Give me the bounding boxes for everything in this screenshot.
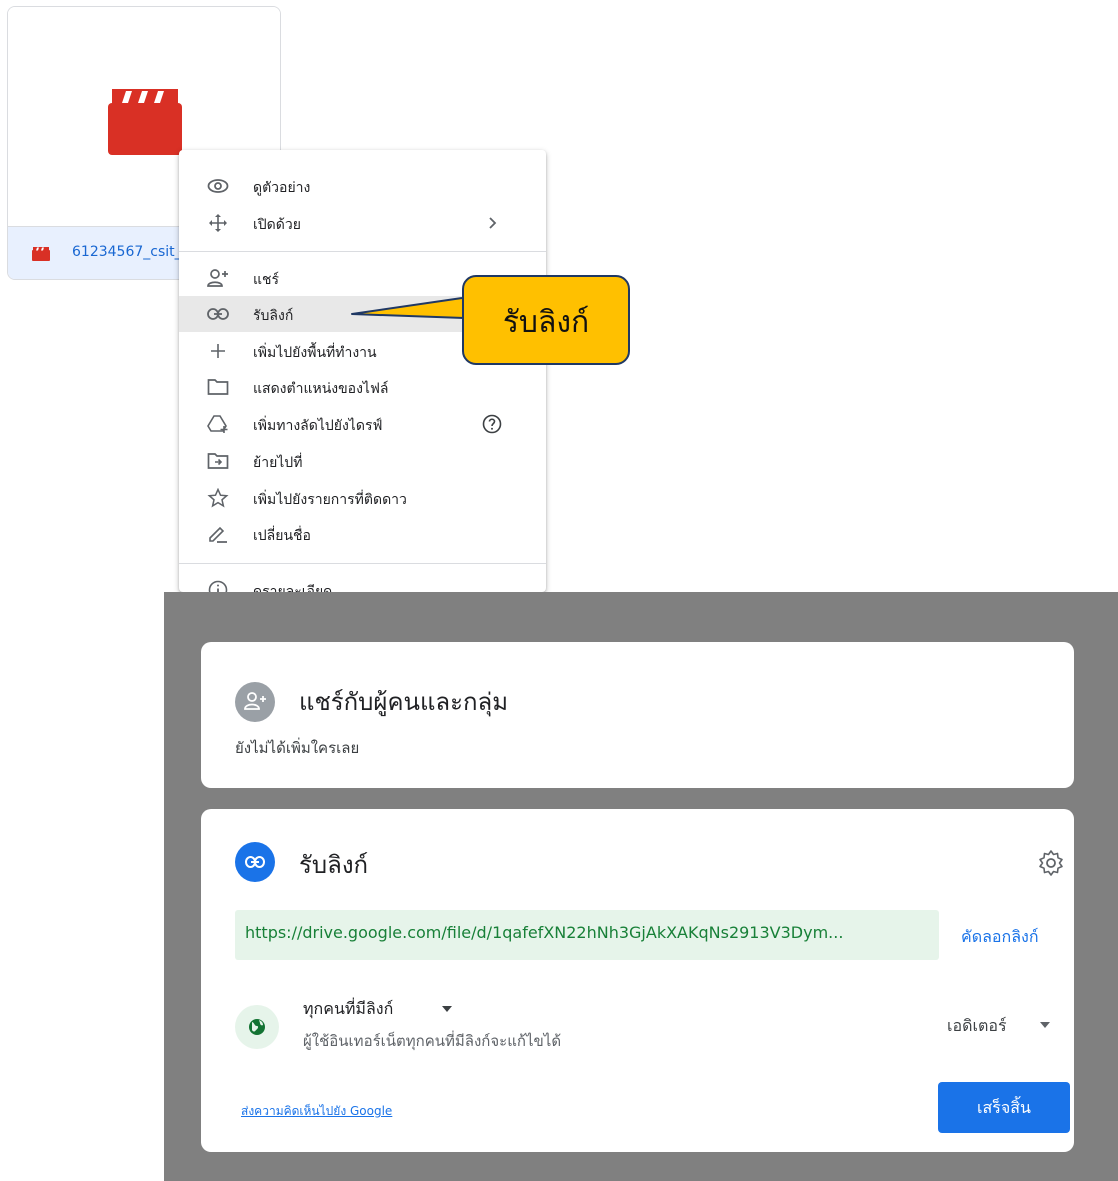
move-to-icon: [207, 453, 229, 469]
menu-label: เปลี่ยนชื่อ: [253, 528, 311, 544]
menu-item-file-location[interactable]: แสดงตำแหน่งของไฟล์: [179, 369, 546, 405]
menu-label: ดูตัวอย่าง: [253, 180, 311, 196]
share-people-subtitle: ยังไม่ได้เพิ่มใครเลย: [235, 739, 360, 757]
star-icon: [207, 488, 229, 508]
get-link-title: รับลิงก์: [299, 851, 369, 879]
chevron-right-icon: [489, 217, 497, 229]
menu-label: ย้ายไปที่: [253, 455, 303, 471]
menu-label: รับลิงก์: [253, 308, 294, 324]
menu-label: แสดงตำแหน่งของไฟล์: [253, 381, 389, 397]
menu-label: เพิ่มทางลัดไปยังไดรฟ์: [253, 418, 383, 434]
caret-down-icon[interactable]: [1039, 1021, 1051, 1029]
caret-down-icon[interactable]: [441, 1005, 453, 1013]
menu-label: เปิดด้วย: [253, 217, 301, 233]
open-with-icon: [209, 214, 227, 232]
globe-icon: [235, 1005, 279, 1049]
drive-add-icon: [207, 415, 228, 433]
menu-label: ดูรายละเอียด: [253, 584, 333, 592]
menu-divider: [179, 251, 546, 252]
callout-box: รับลิงก์: [462, 275, 630, 365]
get-link-card: รับลิงก์ https://drive.google.com/file/d…: [201, 809, 1074, 1152]
send-feedback-link[interactable]: ส่งความคิดเห็นไปยัง Google: [241, 1102, 392, 1121]
link-url[interactable]: https://drive.google.com/file/d/1qafefXN…: [245, 923, 843, 942]
menu-item-open-with[interactable]: เปิดด้วย: [179, 205, 546, 241]
person-add-icon: [235, 682, 275, 722]
info-icon: [208, 580, 228, 592]
link-icon: [235, 842, 275, 882]
folder-icon: [207, 379, 229, 395]
share-people-card[interactable]: แชร์กับผู้คนและกลุ่ม ยังไม่ได้เพิ่มใครเล…: [201, 642, 1074, 788]
menu-label: เพิ่มไปยังพื้นที่ทำงาน: [253, 345, 377, 361]
eye-icon: [207, 179, 229, 193]
link-url-field[interactable]: https://drive.google.com/file/d/1qafefXN…: [235, 910, 939, 960]
file-name[interactable]: 61234567_csit_: [72, 244, 182, 260]
menu-item-preview[interactable]: ดูตัวอย่าง: [179, 168, 546, 204]
gear-icon[interactable]: [1037, 849, 1065, 877]
done-button[interactable]: เสร็จสิ้น: [938, 1082, 1070, 1133]
link-scope-description: ผู้ใช้อินเทอร์เน็ตทุกคนที่มีลิงก์จะแก้ไข…: [303, 1032, 562, 1050]
menu-label: แชร์: [253, 272, 280, 288]
menu-item-rename[interactable]: เปลี่ยนชื่อ: [179, 516, 546, 552]
video-clapperboard-icon: [108, 89, 182, 155]
callout-text: รับลิงก์: [502, 305, 590, 340]
plus-icon: [211, 344, 225, 358]
callout-pointer: [351, 297, 465, 319]
help-icon[interactable]: [482, 414, 502, 434]
role-dropdown[interactable]: เอดิเตอร์: [947, 1014, 1007, 1039]
link-scope-dropdown[interactable]: ทุกคนที่มีลิงก์: [303, 997, 393, 1022]
video-file-icon: [32, 247, 50, 261]
link-icon: [207, 308, 229, 320]
person-add-icon: [207, 269, 228, 287]
menu-item-add-starred[interactable]: เพิ่มไปยังรายการที่ติดดาว: [179, 480, 546, 516]
dialog-overlay: แชร์กับผู้คนและกลุ่ม ยังไม่ได้เพิ่มใครเล…: [164, 592, 1118, 1181]
menu-item-details[interactable]: ดูรายละเอียด: [179, 572, 546, 592]
menu-item-add-shortcut[interactable]: เพิ่มทางลัดไปยังไดรฟ์: [179, 406, 546, 442]
copy-link-button[interactable]: คัดลอกลิงก์: [961, 925, 1039, 950]
share-people-title: แชร์กับผู้คนและกลุ่ม: [299, 688, 509, 716]
menu-divider: [179, 563, 546, 564]
context-menu: ดูตัวอย่าง เปิดด้วย แชร์ รับลิงก์ เพิ่มไ…: [179, 150, 546, 592]
menu-label: เพิ่มไปยังรายการที่ติดดาว: [253, 492, 407, 508]
menu-item-move-to[interactable]: ย้ายไปที่: [179, 443, 546, 479]
pencil-icon: [209, 526, 227, 543]
